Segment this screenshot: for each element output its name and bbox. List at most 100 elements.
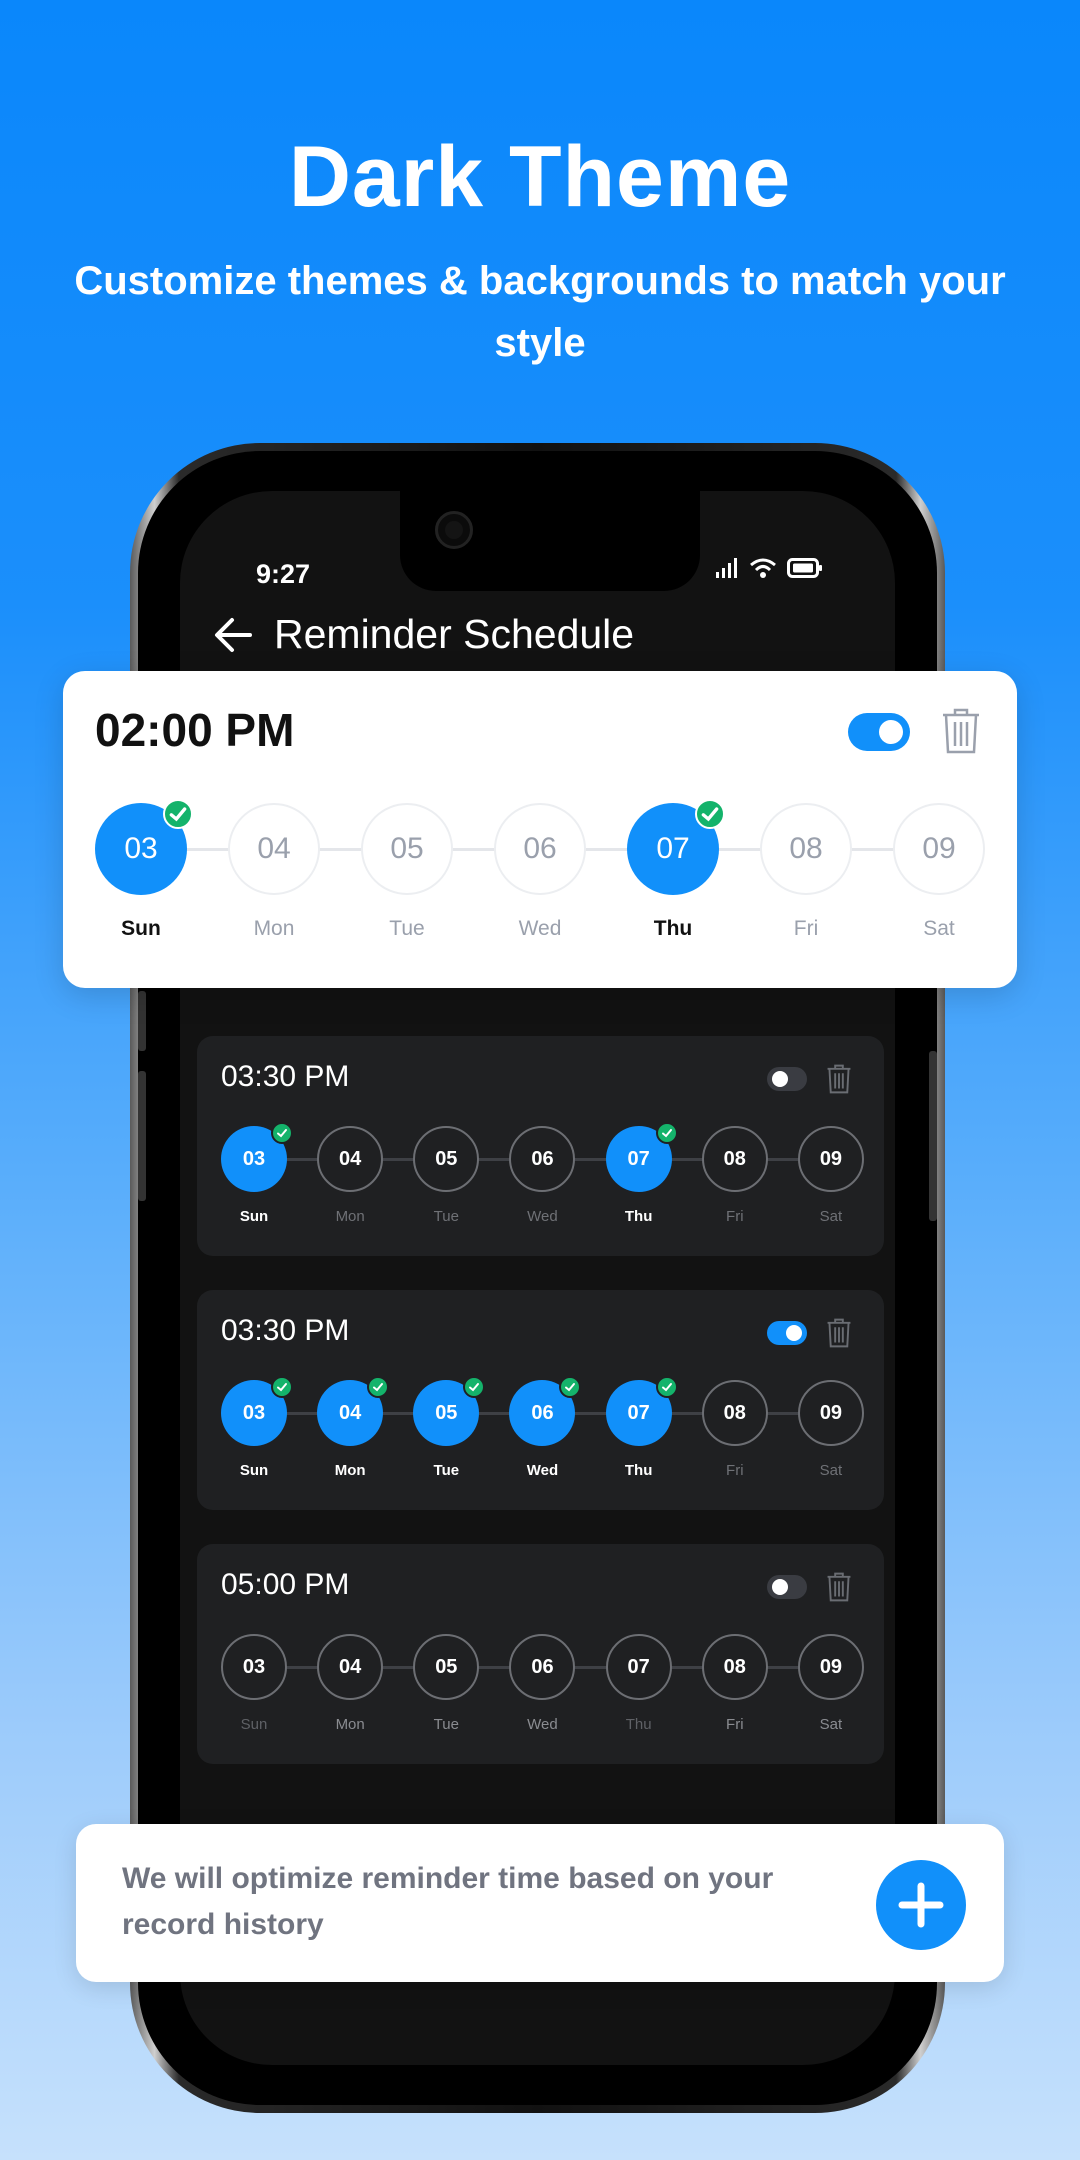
reminder-card[interactable]: 03:30 PM 03 Sun 04 Mon 05 Tue 06 Wed 07 Thu 08 Fri 0… — [197, 1290, 884, 1510]
day-date: 06 — [531, 1401, 554, 1424]
day-item-thu[interactable]: 07 Thu — [605, 1634, 672, 1733]
day-item-mon[interactable]: 04 Mon — [317, 1634, 384, 1733]
reminder-toggle[interactable] — [767, 1067, 807, 1091]
day-label: Fri — [726, 1208, 744, 1225]
day-circle[interactable]: 06 — [509, 1634, 576, 1700]
day-circle[interactable]: 03 — [221, 1376, 293, 1446]
day-circle[interactable]: 03 — [95, 799, 193, 895]
day-circle[interactable]: 06 — [509, 1376, 582, 1446]
day-date: 07 — [656, 832, 690, 865]
day-circle[interactable]: 07 — [605, 1634, 672, 1700]
day-circle[interactable]: 09 — [797, 1380, 864, 1446]
reminder-card-highlighted[interactable]: 02:00 PM 03 Sun 04 Mon 05 Tue 06 Wed 07 Thu 08 Fri 0… — [63, 671, 1017, 988]
reminder-time: 03:30 PM — [221, 1060, 350, 1093]
day-circle[interactable]: 09 — [797, 1126, 864, 1192]
day-item-thu[interactable]: 07 Thu — [605, 1122, 678, 1225]
day-item-mon[interactable]: 04 Mon — [228, 803, 320, 941]
day-date: 05 — [435, 1401, 458, 1424]
trash-icon[interactable] — [825, 1063, 853, 1095]
day-item-tue[interactable]: 05 Tue — [413, 1126, 480, 1225]
day-item-tue[interactable]: 05 Tue — [413, 1634, 480, 1733]
day-date: 03 — [242, 1147, 266, 1170]
day-item-tue[interactable]: 05 Tue — [413, 1376, 486, 1479]
page-title: Reminder Schedule — [274, 611, 635, 657]
day-circle[interactable]: 09 — [797, 1634, 864, 1700]
side-button — [138, 1071, 146, 1201]
day-date: 03 — [124, 832, 158, 865]
day-circle[interactable]: 06 — [509, 1126, 576, 1192]
day-circle[interactable]: 04 — [317, 1126, 384, 1192]
day-label: Tue — [433, 1208, 459, 1225]
day-label: Sat — [819, 1716, 843, 1733]
day-item-tue[interactable]: 05 Tue — [361, 803, 453, 941]
day-item-wed[interactable]: 06 Wed — [509, 1634, 576, 1733]
check-icon — [367, 1376, 390, 1398]
day-label: Thu — [624, 1208, 653, 1225]
day-circle[interactable]: 07 — [605, 1376, 678, 1446]
day-date: 04 — [257, 832, 291, 865]
day-circle[interactable]: 07 — [605, 1122, 678, 1192]
hero-subtitle: Customize themes & backgrounds to match … — [74, 259, 1006, 365]
reminder-card[interactable]: 05:00 PM 03 Sun 04 Mon 05 Tue 06 Wed 07 Thu 08 Fri 0… — [197, 1544, 884, 1764]
day-date: 05 — [435, 1655, 458, 1678]
day-date: 07 — [627, 1401, 650, 1424]
day-item-sat[interactable]: 09 Sat — [797, 1126, 864, 1225]
reminder-toggle[interactable] — [767, 1321, 807, 1345]
day-item-mon[interactable]: 04 Mon — [317, 1376, 390, 1479]
day-item-sat[interactable]: 09 Sat — [797, 1634, 864, 1733]
day-item-fri[interactable]: 08 Fri — [701, 1126, 768, 1225]
camera-icon — [435, 511, 473, 549]
day-circle[interactable]: 08 — [701, 1634, 768, 1700]
day-label: Thu — [653, 917, 693, 940]
day-circle[interactable]: 03 — [221, 1634, 287, 1700]
day-item-fri[interactable]: 08 Fri — [701, 1634, 768, 1733]
reminder-card[interactable]: 03:30 PM 03 Sun 04 Mon 05 Tue 06 Wed 07 Thu 08 Fri 0… — [197, 1036, 884, 1256]
day-circle[interactable]: 03 — [221, 1122, 293, 1192]
day-item-sun[interactable]: 03 Sun — [95, 799, 193, 941]
day-circle[interactable]: 07 — [627, 799, 725, 895]
day-label: Wed — [527, 1716, 558, 1733]
day-item-wed[interactable]: 06 Wed — [494, 803, 586, 941]
day-date: 03 — [242, 1655, 266, 1678]
day-circle[interactable]: 08 — [701, 1126, 768, 1192]
reminder-toggle[interactable] — [848, 713, 910, 751]
day-circle[interactable]: 05 — [413, 1376, 486, 1446]
reminder-time: 05:00 PM — [221, 1568, 350, 1601]
day-item-sat[interactable]: 09 Sat — [797, 1380, 864, 1479]
day-circle[interactable]: 04 — [228, 803, 320, 895]
day-date: 08 — [723, 1655, 746, 1678]
day-item-fri[interactable]: 08 Fri — [701, 1380, 768, 1479]
day-circle[interactable]: 05 — [413, 1634, 480, 1700]
arrow-left-icon[interactable] — [210, 612, 256, 658]
day-circle[interactable]: 06 — [494, 803, 586, 895]
day-circle[interactable]: 08 — [701, 1380, 768, 1446]
day-date: 06 — [531, 1655, 554, 1678]
trash-icon[interactable] — [939, 706, 983, 756]
day-item-sat[interactable]: 09 Sat — [893, 803, 985, 941]
day-item-sun[interactable]: 03 Sun — [221, 1376, 293, 1479]
day-item-wed[interactable]: 06 Wed — [509, 1376, 582, 1479]
check-icon — [163, 799, 193, 829]
day-circle[interactable]: 04 — [317, 1634, 384, 1700]
day-item-thu[interactable]: 07 Thu — [627, 799, 725, 941]
day-item-mon[interactable]: 04 Mon — [317, 1126, 384, 1225]
day-circle[interactable]: 08 — [760, 803, 852, 895]
day-item-sun[interactable]: 03 Sun — [221, 1634, 287, 1733]
day-circle[interactable]: 05 — [413, 1126, 480, 1192]
day-item-thu[interactable]: 07 Thu — [605, 1376, 678, 1479]
day-item-fri[interactable]: 08 Fri — [760, 803, 852, 941]
day-item-sun[interactable]: 03 Sun — [221, 1122, 293, 1225]
day-circle[interactable]: 05 — [361, 803, 453, 895]
trash-icon[interactable] — [825, 1317, 853, 1349]
day-item-wed[interactable]: 06 Wed — [509, 1126, 576, 1225]
day-date: 04 — [339, 1655, 362, 1678]
add-reminder-button[interactable] — [876, 1860, 966, 1950]
day-label: Fri — [726, 1462, 744, 1479]
day-date: 06 — [523, 832, 557, 865]
optimize-banner: We will optimize reminder time based on … — [76, 1824, 1004, 1982]
banner-text: We will optimize reminder time based on … — [122, 1862, 774, 1941]
trash-icon[interactable] — [825, 1571, 853, 1603]
day-circle[interactable]: 09 — [893, 803, 985, 895]
reminder-toggle[interactable] — [767, 1575, 807, 1599]
day-circle[interactable]: 04 — [317, 1376, 390, 1446]
